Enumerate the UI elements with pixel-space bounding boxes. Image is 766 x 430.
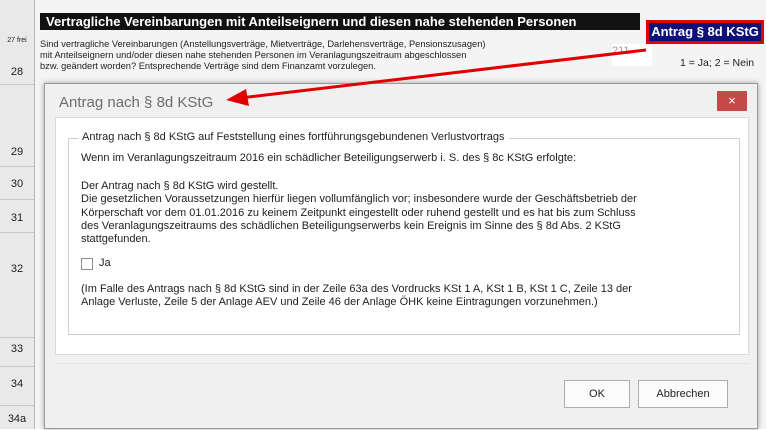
row-divider (0, 405, 34, 406)
row-divider (0, 84, 34, 85)
row-number: 28 (10, 66, 24, 78)
row-divider (0, 232, 34, 233)
statement-line: Der Antrag nach § 8d KStG wird gestellt. (81, 180, 279, 192)
statement-line: Die gesetzlichen Voraussetzungen hierfür… (81, 193, 637, 206)
row-divider (0, 337, 34, 338)
row-number: 31 (10, 212, 24, 224)
answer-hint: 1 = Ja; 2 = Nein (680, 57, 755, 69)
antrag-group-box: Antrag nach § 8d KStG auf Feststellung e… (68, 131, 740, 335)
form-question-text: Sind vertragliche Vereinbarungen (Anstel… (40, 39, 600, 72)
ok-button[interactable]: OK (564, 380, 630, 408)
form-question-line: Sind vertragliche Vereinbarungen (Anstel… (40, 39, 486, 49)
close-button[interactable]: × (717, 91, 747, 111)
antrag-8d-button[interactable]: Antrag § 8d KStG (646, 20, 764, 44)
antrag-dialog: Antrag nach § 8d KStG × Antrag nach § 8d… (44, 83, 758, 429)
dialog-body: Antrag nach § 8d KStG auf Feststellung e… (55, 117, 749, 355)
intro-text: Wenn im Veranlagungszeitraum 2016 ein sc… (81, 152, 577, 164)
note-text: (Im Falle des Antrags nach § 8d KStG sin… (81, 283, 727, 310)
ja-checkbox[interactable] (81, 258, 93, 270)
statement-text: Der Antrag nach § 8d KStG wird gestellt.… (81, 180, 727, 246)
cancel-button[interactable]: Abbrechen (638, 380, 728, 408)
row-divider (0, 166, 34, 167)
close-icon: × (728, 93, 736, 108)
row-number: 34 (10, 378, 24, 390)
form-question-line: mit Anteilseignern und/oder diesen nahe … (40, 50, 467, 60)
row-number: 33 (10, 343, 24, 355)
row-number: 29 (10, 146, 24, 158)
statement-line: Körperschaft vor dem 01.01.2016 zu keine… (81, 206, 636, 219)
form-question-line: bzw. geändert worden? Entsprechende Vert… (40, 61, 376, 71)
note-line: Anlage Verluste, Zeile 5 der Anlage AEV … (81, 296, 598, 309)
dialog-footer: OK Abbrechen (55, 363, 749, 430)
row-number: 30 (10, 178, 24, 190)
row-divider (0, 199, 34, 200)
form-section-title: Vertragliche Vereinbarungen mit Anteilse… (40, 13, 640, 30)
ja-checkbox-label[interactable]: Ja (99, 257, 111, 269)
statement-line: stattgefunden. (81, 233, 151, 246)
note-line: (Im Falle des Antrags nach § 8d KStG sin… (81, 283, 632, 295)
field-code-input[interactable]: 211 (612, 44, 652, 66)
row-divider (0, 366, 34, 367)
group-legend: Antrag nach § 8d KStG auf Feststellung e… (78, 131, 509, 143)
statement-line: des Veranlagungszeitraums des schädliche… (81, 219, 621, 232)
row-number: 32 (10, 263, 24, 275)
dialog-title: Antrag nach § 8d KStG (59, 94, 214, 111)
row-number: 34a (7, 413, 27, 425)
field-code-text: 211 (612, 45, 630, 57)
row-number-gutter: 27 frei 28 29 30 31 32 33 34 34a (0, 0, 35, 429)
row-number: 27 frei (7, 37, 27, 44)
